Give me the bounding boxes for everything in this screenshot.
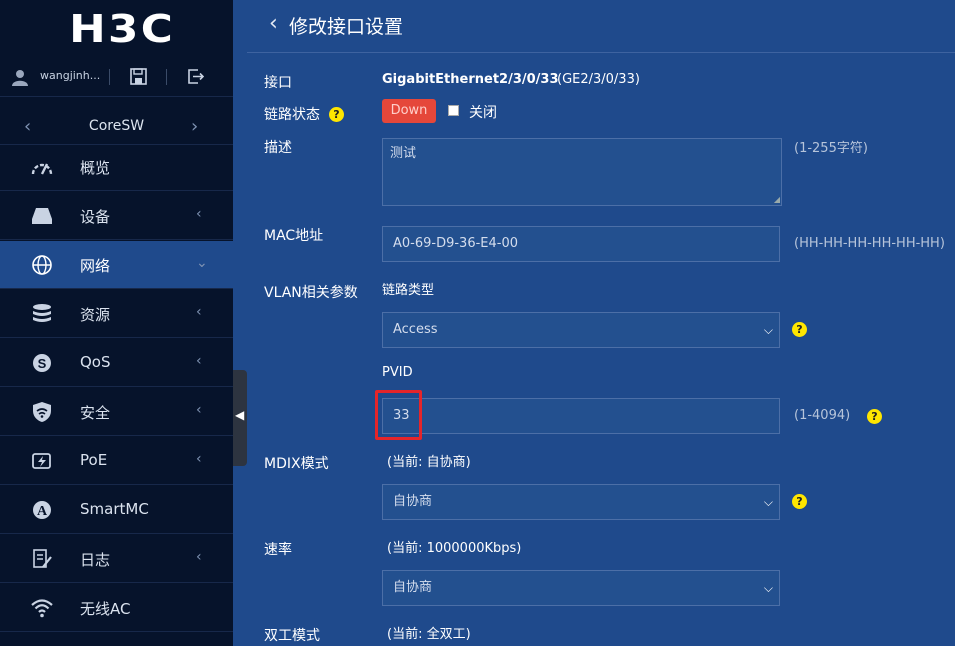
description-label: 描述 (264, 140, 292, 156)
page-header: ‹ 修改接口设置 (247, 0, 955, 53)
pvid-input[interactable]: 33 (382, 398, 780, 434)
sidebar-item-5[interactable]: 安全 ‹ (0, 388, 233, 436)
chevron-left-icon: ‹ (196, 549, 202, 565)
sidebar-collapse-button[interactable]: ◀ (233, 370, 247, 466)
description-textarea[interactable]: 测试 ◢ (382, 138, 782, 206)
sidebar-item-label: 设备 (80, 208, 111, 226)
dashboard-gauge-icon (31, 163, 53, 175)
qos-icon: S (33, 354, 51, 372)
shutdown-checkbox[interactable] (448, 105, 459, 116)
logout-icon[interactable] (187, 68, 204, 85)
sidebar-item-label: QoS (80, 353, 111, 371)
chevron-down-icon: ⌵ (763, 495, 773, 509)
sidebar-item-label: PoE (80, 451, 108, 469)
pvid-label: PVID (382, 365, 413, 380)
sidebar-item-4[interactable]: S QoS ‹ (0, 339, 233, 387)
page-title: 修改接口设置 (289, 16, 404, 38)
device-switcher: ‹ CoreSW › (0, 110, 233, 145)
chevron-down-icon: ⌄ (196, 255, 208, 271)
shutdown-label: 关闭 (469, 105, 497, 121)
sidebar-item-label: 资源 (80, 306, 111, 324)
back-icon[interactable]: ‹ (269, 11, 278, 36)
sidebar-item-9[interactable]: 无线AC (0, 584, 233, 632)
divider (166, 69, 167, 85)
svg-text:A: A (37, 504, 48, 519)
description-value: 测试 (390, 146, 417, 161)
poe-icon (32, 453, 51, 469)
sidebar-item-label: 无线AC (80, 600, 131, 618)
mdix-label: MDIX模式 (264, 456, 329, 472)
duplex-label: 双工模式 (264, 628, 320, 644)
interface-label: 接口 (264, 75, 292, 91)
link-type-select[interactable]: Access ⌵ (382, 312, 780, 348)
sidebar-item-0[interactable]: 概览 (0, 143, 233, 191)
link-type-value: Access (393, 322, 438, 337)
speed-select[interactable]: 自协商 ⌵ (382, 570, 780, 606)
speed-value: 自协商 (393, 580, 433, 595)
sidebar-item-label: 网络 (80, 257, 111, 275)
mdix-help-icon[interactable]: ? (792, 494, 807, 509)
speed-label: 速率 (264, 542, 292, 558)
resize-grip-icon[interactable]: ◢ (774, 195, 780, 204)
description-hint: (1-255字符) (794, 141, 868, 156)
link-status-label: 链路状态 (264, 107, 320, 123)
duplex-current: (当前: 全双工) (387, 627, 471, 642)
save-icon[interactable] (130, 68, 147, 85)
interface-value: GigabitEthernet2/3/0/33 (382, 72, 559, 87)
user-bar: wangjinh... (0, 58, 233, 97)
caret-left-icon: ◀ (235, 408, 245, 422)
username[interactable]: wangjinh... (40, 69, 100, 82)
pvid-hint: (1-4094) (794, 408, 851, 423)
svg-text:S: S (38, 356, 47, 371)
chevron-left-icon: ‹ (196, 451, 202, 467)
link-down-badge: Down (382, 99, 436, 123)
chevron-left-icon: ‹ (196, 206, 202, 222)
mac-value: A0-69-D9-36-E4-00 (393, 236, 519, 251)
interface-short-name: (GE2/3/0/33) (557, 72, 640, 87)
sidebar-item-2[interactable]: 网络 ⌄ (0, 241, 233, 289)
smartmc-a-icon: A (33, 501, 51, 519)
link-type-label: 链路类型 (382, 283, 435, 298)
speed-current: (当前: 1000000Kbps) (387, 541, 522, 556)
mac-label: MAC地址 (264, 228, 324, 244)
globe-icon (32, 255, 52, 275)
chevron-down-icon: ⌵ (763, 581, 773, 595)
link-type-help-icon[interactable]: ? (792, 322, 807, 337)
mac-input[interactable]: A0-69-D9-36-E4-00 (382, 226, 780, 262)
mac-hint: (HH-HH-HH-HH-HH-HH) (794, 236, 945, 251)
shield-icon (33, 402, 51, 422)
user-icon (12, 70, 28, 86)
chevron-down-icon: ⌵ (763, 323, 773, 337)
database-icon (33, 304, 51, 322)
log-icon (33, 549, 52, 568)
link-status-help-icon[interactable]: ? (329, 107, 344, 122)
vlan-params-label: VLAN相关参数 (264, 285, 358, 301)
next-device-button[interactable]: › (191, 116, 198, 137)
device-icon (32, 208, 52, 224)
sidebar-item-8[interactable]: 日志 ‹ (0, 535, 233, 583)
wifi-icon (31, 599, 53, 618)
sidebar: H3C wangjinh... ‹ CoreSW › 概览设备 ‹ 网络 ⌄ 资源 ‹ S Q… (0, 0, 233, 646)
chevron-left-icon: ‹ (196, 353, 202, 369)
sidebar-item-6[interactable]: PoE ‹ (0, 437, 233, 485)
sidebar-item-3[interactable]: 资源 ‹ (0, 290, 233, 338)
chevron-left-icon: ‹ (196, 402, 202, 418)
sidebar-item-1[interactable]: 设备 ‹ (0, 192, 233, 240)
mdix-select[interactable]: 自协商 ⌵ (382, 484, 780, 520)
divider (109, 69, 110, 85)
h3c-logo: H3C (69, 7, 176, 51)
mdix-value: 自协商 (393, 494, 433, 509)
sidebar-item-label: SmartMC (80, 500, 149, 518)
main-content: ‹ 修改接口设置 接口 GigabitEthernet2/3/0/33 (GE2… (247, 0, 955, 646)
pvid-help-icon[interactable]: ? (867, 409, 882, 424)
sidebar-item-label: 概览 (80, 159, 111, 177)
mdix-current: (当前: 自协商) (387, 455, 471, 470)
chevron-left-icon: ‹ (196, 304, 202, 320)
pvid-highlight-box (375, 390, 422, 440)
sidebar-item-7[interactable]: A SmartMC (0, 486, 233, 534)
sidebar-item-label: 安全 (80, 404, 111, 422)
sidebar-item-label: 日志 (80, 551, 111, 569)
